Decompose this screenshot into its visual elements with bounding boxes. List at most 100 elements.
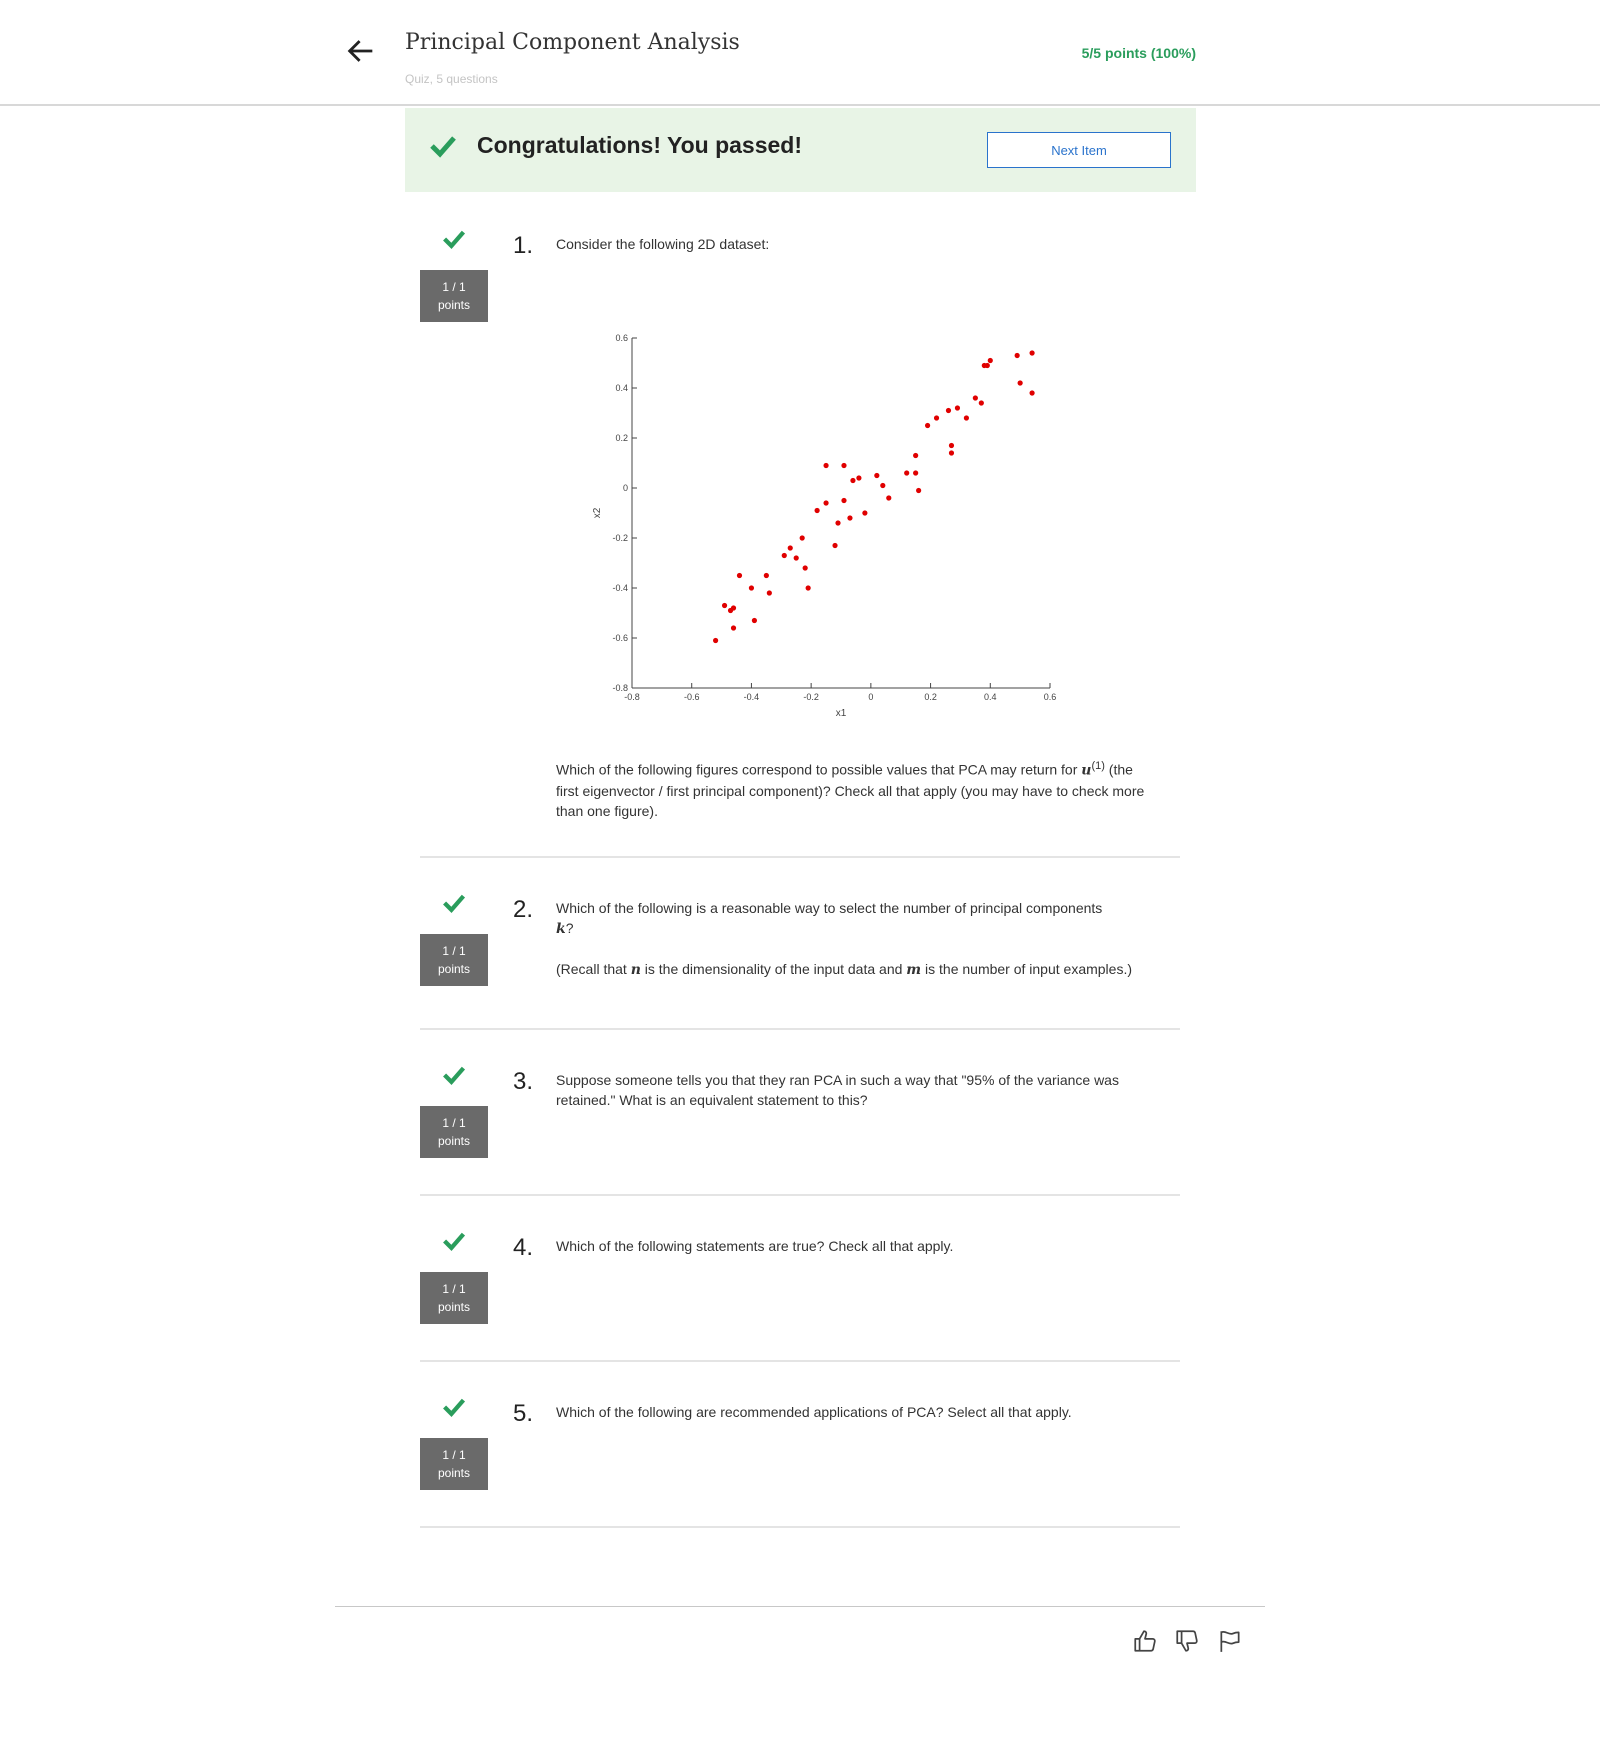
data-point xyxy=(954,405,961,411)
question-text: Which of the following are recommended a… xyxy=(556,1404,1072,1420)
points-unit: points xyxy=(437,298,471,312)
points-value: 1 / 1 xyxy=(442,1448,466,1462)
data-point xyxy=(814,507,820,514)
points-badge: 1 / 1 points xyxy=(420,270,488,322)
points-badge: 1 / 1 points xyxy=(420,1272,488,1324)
math-u: u xyxy=(1081,762,1092,779)
data-point xyxy=(963,415,969,421)
quiz-subtitle: Quiz, 5 questions xyxy=(405,72,498,86)
data-point xyxy=(987,357,993,364)
data-point xyxy=(984,362,990,369)
question-number: 1. xyxy=(513,232,534,259)
data-point xyxy=(748,585,755,591)
y-tick-label: -0.2 xyxy=(612,533,628,543)
data-point xyxy=(841,497,847,504)
data-point xyxy=(751,617,758,624)
pass-message: Congratulations! You passed! xyxy=(477,132,803,158)
question-divider xyxy=(420,1028,1180,1030)
y-tick-label: -0.8 xyxy=(612,683,628,693)
footer-divider xyxy=(335,1606,1265,1607)
x-tick-label: 0.4 xyxy=(984,692,997,702)
data-point xyxy=(847,515,853,521)
data-point xyxy=(948,450,955,456)
data-point xyxy=(886,495,892,501)
points-value: 1 / 1 xyxy=(442,944,466,958)
data-point xyxy=(832,542,838,549)
data-point xyxy=(766,590,772,596)
question-divider xyxy=(420,1526,1180,1528)
data-point xyxy=(802,565,808,571)
recall-pre: (Recall that xyxy=(556,961,631,977)
points-badge: 1 / 1 points xyxy=(420,1106,488,1158)
data-point xyxy=(972,395,978,401)
data-point xyxy=(841,462,847,469)
thumbs-up-icon[interactable] xyxy=(1132,1628,1158,1654)
recall-mid: is the dimensionality of the input data … xyxy=(640,961,907,977)
x-tick-label: -0.4 xyxy=(744,692,760,702)
y-tick-label: -0.6 xyxy=(612,633,628,643)
thumbs-down-icon[interactable] xyxy=(1174,1628,1200,1654)
x-tick-label: -0.6 xyxy=(684,692,700,702)
data-point xyxy=(736,572,743,579)
pass-banner: Congratulations! You passed! Next Item xyxy=(405,108,1196,192)
check-icon xyxy=(443,230,466,249)
y-axis-label: x2 xyxy=(592,507,603,518)
data-point xyxy=(862,510,868,516)
data-point xyxy=(1029,350,1035,356)
math-n: n xyxy=(630,962,641,978)
x-axis-label: x1 xyxy=(836,708,847,719)
flag-icon[interactable] xyxy=(1217,1628,1243,1654)
data-point xyxy=(823,500,829,506)
data-point xyxy=(835,520,841,526)
y-tick-label: 0.2 xyxy=(615,433,628,443)
points-badge: 1 / 1 points xyxy=(420,1438,488,1490)
data-point xyxy=(924,422,931,429)
data-point xyxy=(850,477,856,484)
math-m: m xyxy=(906,962,922,978)
data-point xyxy=(874,472,880,479)
question-text: Suppose someone tells you that they ran … xyxy=(556,1072,1119,1108)
data-point xyxy=(904,470,910,476)
y-tick-label: -0.4 xyxy=(612,583,628,593)
points-unit: points xyxy=(437,1300,471,1314)
points-unit: points xyxy=(437,962,471,976)
data-point xyxy=(880,482,886,489)
question-mark: ? xyxy=(565,920,574,936)
check-icon xyxy=(443,894,466,913)
data-point xyxy=(763,572,769,579)
scatter-chart: -0.8 -0.6 -0.4 -0.2 0 0.2 0.4 0.6 0.6 0.4 0.2 0 -0.2… xyxy=(592,333,1056,719)
x-tick-label: 0.2 xyxy=(924,692,937,702)
question-text: Consider the following 2D dataset: xyxy=(556,234,1146,254)
points-badge: 1 / 1 points xyxy=(420,934,488,986)
y-tick-label: 0 xyxy=(623,483,628,493)
points-value: 1 / 1 xyxy=(442,280,466,294)
data-point xyxy=(721,602,728,609)
back-arrow-icon[interactable] xyxy=(344,34,378,68)
data-point xyxy=(823,462,829,469)
question-divider xyxy=(420,856,1180,858)
data-point xyxy=(913,470,919,476)
points-unit: points xyxy=(437,1466,471,1480)
check-icon xyxy=(430,136,456,158)
data-point xyxy=(730,625,737,631)
question-number: 3. xyxy=(513,1068,534,1095)
quiz-title: Principal Component Analysis xyxy=(405,30,740,55)
math-k: k xyxy=(556,921,566,937)
data-point xyxy=(978,400,984,406)
score-summary: 5/5 points (100%) xyxy=(1081,45,1196,61)
data-point xyxy=(948,442,955,449)
y-tick-label: 0.4 xyxy=(615,383,628,393)
next-item-button[interactable]: Next Item xyxy=(987,132,1171,168)
quiz-header: Principal Component Analysis Quiz, 5 que… xyxy=(0,0,1600,106)
points-value: 1 / 1 xyxy=(442,1282,466,1296)
recall-post: is the number of input examples.) xyxy=(921,961,1133,977)
question-number: 4. xyxy=(513,1234,534,1261)
data-point xyxy=(933,415,940,421)
data-point xyxy=(730,605,737,611)
math-sup: (1) xyxy=(1091,760,1105,772)
check-icon xyxy=(443,1232,466,1251)
data-point xyxy=(1029,390,1035,396)
data-point xyxy=(713,637,719,644)
data-point xyxy=(1014,352,1020,359)
data-point xyxy=(913,452,919,459)
